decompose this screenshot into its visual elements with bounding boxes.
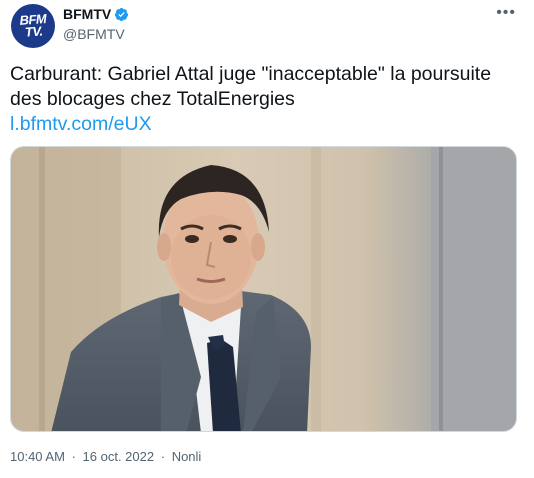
tweet-photo[interactable] [10, 146, 517, 432]
author-display-name[interactable]: BFMTV [63, 6, 111, 22]
photo-portrait [11, 147, 516, 431]
verified-badge-icon [115, 7, 129, 21]
avatar-logo: BFM TV. [18, 11, 47, 40]
tweet-body: Carburant: Gabriel Attal juge "inaccepta… [10, 63, 492, 110]
tweet-link[interactable]: l.bfmtv.com/eUX [10, 112, 510, 137]
tweet-meta: 10:40 AM · 16 oct. 2022 · Nonli [10, 449, 204, 464]
tweet-source[interactable]: Nonli [172, 449, 202, 464]
tweet: BFM TV. BFMTV @BFMTV ••• Carburant: Gabri… [0, 0, 534, 478]
avatar[interactable]: BFM TV. [11, 4, 55, 48]
author-name-row[interactable]: BFMTV [63, 6, 129, 22]
tweet-date[interactable]: 16 oct. 2022 [83, 449, 155, 464]
more-options-icon[interactable]: ••• [496, 4, 516, 22]
author-handle[interactable]: @BFMTV [63, 26, 125, 42]
tweet-time[interactable]: 10:40 AM [10, 449, 65, 464]
meta-separator-2: · [160, 449, 166, 464]
meta-separator: · [71, 449, 76, 464]
tweet-text: Carburant: Gabriel Attal juge "inaccepta… [10, 62, 510, 137]
